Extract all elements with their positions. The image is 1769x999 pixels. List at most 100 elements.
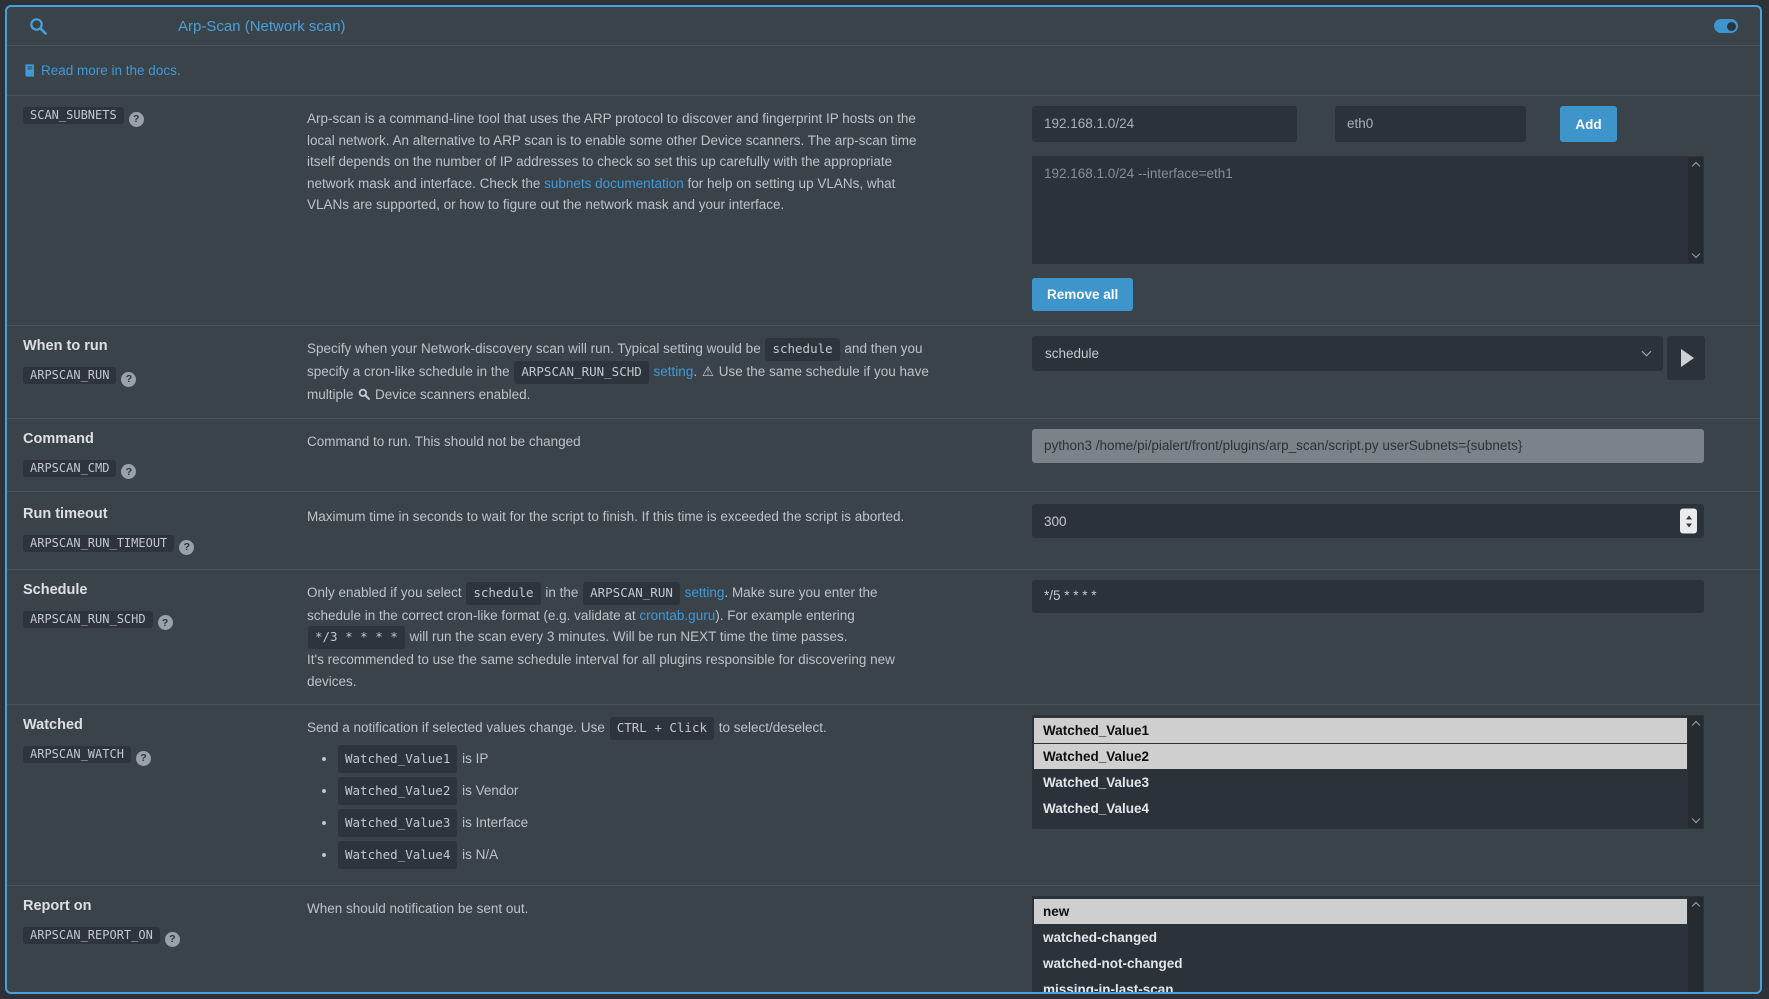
- option-Watched_Value3[interactable]: Watched_Value3: [1034, 770, 1687, 795]
- inline-code: schedule: [765, 338, 839, 361]
- help-icon[interactable]: ?: [129, 112, 144, 127]
- row-description: Only enabled if you select schedule in t…: [307, 580, 1032, 693]
- subnet-entry[interactable]: 192.168.1.0/24 --interface=eth1: [1032, 156, 1704, 181]
- remove-all-button[interactable]: Remove all: [1032, 278, 1133, 311]
- schedule-input[interactable]: [1032, 580, 1704, 613]
- inline-code: ARPSCAN_RUN: [583, 582, 680, 605]
- inline-link[interactable]: setting: [685, 585, 725, 600]
- row-label-area: Run timeout ARPSCAN_RUN_TIMEOUT?: [23, 504, 307, 555]
- row-controls: schedule: [1032, 336, 1704, 371]
- row-label-area: Command ARPSCAN_CMD?: [23, 429, 307, 480]
- page-title: Arp-Scan (Network scan): [178, 18, 346, 35]
- option-Watched_Value1[interactable]: Watched_Value1: [1034, 718, 1687, 743]
- row-title: Run timeout: [23, 506, 307, 522]
- row-controls: newwatched-changedwatched-not-changedmis…: [1032, 896, 1704, 994]
- search-icon: [358, 387, 370, 402]
- row-label-area: SCAN_SUBNETS?: [23, 106, 307, 127]
- scroll-up-icon[interactable]: [1691, 162, 1699, 170]
- row-controls: Watched_Value1Watched_Value2Watched_Valu…: [1032, 715, 1704, 829]
- chevron-down-icon: [1642, 347, 1652, 357]
- scrollbar[interactable]: [1688, 716, 1703, 828]
- run-timeout-input[interactable]: 300: [1032, 504, 1704, 538]
- inline-link[interactable]: subnets documentation: [544, 176, 684, 191]
- option-watched-not-changed[interactable]: watched-not-changed: [1034, 951, 1687, 976]
- setting-name-pill: ARPSCAN_WATCH: [23, 746, 131, 763]
- option-new[interactable]: new: [1034, 899, 1687, 924]
- scrollbar[interactable]: [1688, 897, 1703, 994]
- row-label-area: Schedule ARPSCAN_RUN_SCHD?: [23, 580, 307, 631]
- setting-row-scan-subnets: SCAN_SUBNETS? Arp-scan is a command-line…: [7, 96, 1760, 326]
- row-controls: [1032, 580, 1704, 613]
- warning-icon: ⚠: [702, 364, 714, 379]
- watched-value-bullet: Watched_Value3 is Interface: [337, 809, 932, 837]
- setting-name-pill: ARPSCAN_RUN: [23, 367, 116, 384]
- command-readonly-input: [1032, 429, 1704, 463]
- row-title: When to run: [23, 338, 307, 354]
- toggle-on-icon[interactable]: [1714, 19, 1738, 33]
- inline-link[interactable]: crontab.guru: [639, 608, 715, 623]
- when-to-run-select[interactable]: schedule: [1032, 336, 1663, 371]
- row-label-area: Report on ARPSCAN_REPORT_ON?: [23, 896, 307, 947]
- option-Watched_Value4[interactable]: Watched_Value4: [1034, 796, 1687, 821]
- scroll-down-icon[interactable]: [1691, 250, 1699, 258]
- number-spinner[interactable]: [1680, 509, 1697, 534]
- help-icon[interactable]: ?: [121, 372, 136, 387]
- option-missing-in-last-scan[interactable]: missing-in-last-scan: [1034, 977, 1687, 994]
- title-bar: Arp-Scan (Network scan): [7, 7, 1760, 46]
- row-description: Arp-scan is a command-line tool that use…: [307, 106, 1032, 216]
- inline-code: schedule: [466, 582, 540, 605]
- interface-input[interactable]: [1335, 106, 1526, 142]
- setting-row-arpscan-report-on: Report on ARPSCAN_REPORT_ON? When should…: [7, 886, 1760, 994]
- option-Watched_Value2[interactable]: Watched_Value2: [1034, 744, 1687, 769]
- docs-row: Read more in the docs.: [7, 46, 1760, 96]
- select-value: schedule: [1045, 346, 1099, 361]
- subnet-input[interactable]: [1032, 106, 1297, 142]
- setting-name-pill: ARPSCAN_REPORT_ON: [23, 927, 160, 944]
- row-title: Watched: [23, 717, 307, 733]
- row-title: Schedule: [23, 582, 307, 598]
- setting-row-arpscan-run-timeout: Run timeout ARPSCAN_RUN_TIMEOUT? Maximum…: [7, 492, 1760, 570]
- row-description: Command to run. This should not be chang…: [307, 429, 1032, 453]
- scroll-up-icon[interactable]: [1691, 721, 1699, 729]
- help-icon[interactable]: ?: [165, 932, 180, 947]
- scroll-down-icon[interactable]: [1691, 815, 1699, 823]
- scroll-up-icon[interactable]: [1691, 902, 1699, 910]
- docs-link-label: Read more in the docs.: [41, 63, 181, 78]
- watched-multiselect[interactable]: Watched_Value1Watched_Value2Watched_Valu…: [1032, 715, 1704, 829]
- setting-name-pill: ARPSCAN_RUN_SCHD: [23, 611, 153, 628]
- row-description: When should notification be sent out.: [307, 896, 1032, 920]
- add-button[interactable]: Add: [1560, 106, 1617, 142]
- inline-code: */3 * * * *: [308, 626, 405, 649]
- row-controls: 300: [1032, 504, 1704, 538]
- setting-row-arpscan-cmd: Command ARPSCAN_CMD? Command to run. Thi…: [7, 419, 1760, 493]
- subnet-listbox[interactable]: 192.168.1.0/24 --interface=eth1: [1032, 156, 1704, 264]
- inline-code: ARPSCAN_RUN_SCHD: [514, 361, 648, 384]
- search-icon[interactable]: [29, 17, 48, 36]
- subnet-input-line: Add: [1032, 106, 1704, 142]
- plugin-settings-panel: Arp-Scan (Network scan) Read more in the…: [5, 5, 1762, 994]
- docs-link[interactable]: Read more in the docs.: [23, 63, 181, 78]
- inline-code: Watched_Value3: [338, 809, 457, 837]
- book-icon: [23, 64, 36, 77]
- row-controls: [1032, 429, 1704, 463]
- help-icon[interactable]: ?: [179, 540, 194, 555]
- help-icon[interactable]: ?: [121, 464, 136, 479]
- help-icon[interactable]: ?: [136, 751, 151, 766]
- row-label-area: Watched ARPSCAN_WATCH?: [23, 715, 307, 766]
- report-on-multiselect[interactable]: newwatched-changedwatched-not-changedmis…: [1032, 896, 1704, 994]
- option-watched-changed[interactable]: watched-changed: [1034, 925, 1687, 950]
- watched-values-list: Watched_Value1 is IPWatched_Value2 is Ve…: [337, 745, 932, 869]
- inline-code: Watched_Value4: [338, 841, 457, 869]
- run-now-button[interactable]: [1667, 336, 1705, 380]
- run-timeout-value: 300: [1044, 514, 1067, 529]
- row-controls: Add 192.168.1.0/24 --interface=eth1 Remo…: [1032, 106, 1704, 311]
- inline-code: Watched_Value2: [338, 777, 457, 805]
- inline-link[interactable]: setting: [654, 364, 694, 379]
- row-title: Command: [23, 431, 307, 447]
- watched-value-bullet: Watched_Value4 is N/A: [337, 841, 932, 869]
- row-description: Specify when your Network-discovery scan…: [307, 336, 1032, 406]
- setting-name-pill: ARPSCAN_CMD: [23, 460, 116, 477]
- setting-row-arpscan-run: When to run ARPSCAN_RUN? Specify when yo…: [7, 326, 1760, 419]
- help-icon[interactable]: ?: [158, 615, 173, 630]
- scrollbar[interactable]: [1688, 157, 1703, 263]
